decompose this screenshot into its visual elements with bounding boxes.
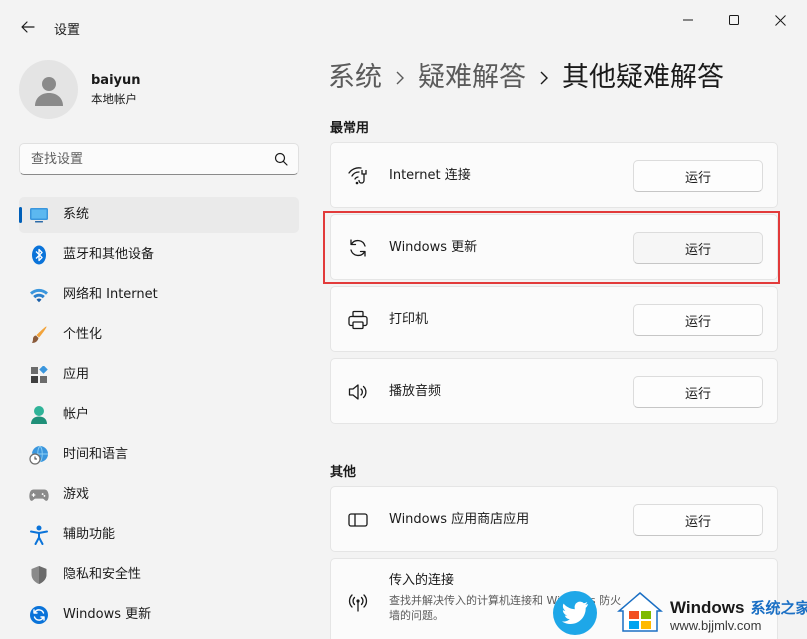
chevron-right-icon: [540, 58, 548, 98]
maximize-button[interactable]: [711, 6, 757, 34]
search-input[interactable]: [20, 144, 270, 174]
troubleshooter-internet: Internet 连接 运行: [330, 142, 778, 208]
run-button-audio[interactable]: 运行: [633, 376, 763, 408]
sidebar-item-label: 辅助功能: [63, 527, 116, 542]
sidebar-item-privacy[interactable]: 隐私和安全性: [19, 557, 299, 593]
highlight-box: [323, 211, 780, 284]
back-button[interactable]: [14, 14, 42, 40]
update-icon: [29, 605, 49, 625]
sidebar-item-windows-update[interactable]: Windows 更新: [19, 597, 299, 633]
sidebar-item-time-language[interactable]: 时间和语言: [19, 437, 299, 473]
sidebar-item-label: 系统: [63, 207, 90, 222]
wifi-icon: [29, 285, 49, 305]
system-icon: [29, 205, 49, 225]
search-button[interactable]: [274, 152, 288, 166]
minimize-button[interactable]: [665, 6, 711, 34]
watermark: Windows 系统之家 www.bjjmlv.com: [553, 587, 807, 639]
section-title-common: 最常用: [330, 121, 370, 136]
back-arrow-icon: [21, 21, 35, 33]
troubleshooter-store-apps: Windows 应用商店应用 运行: [330, 486, 778, 552]
troubleshooter-label: Windows 应用商店应用: [389, 512, 530, 527]
sidebar-item-label: 游戏: [63, 487, 90, 502]
close-icon: [774, 14, 786, 26]
app-title: 设置: [54, 23, 81, 38]
sidebar-item-label: 时间和语言: [63, 447, 129, 462]
sidebar-item-accounts[interactable]: 帐户: [19, 397, 299, 433]
windows-logo-icon: [616, 591, 664, 639]
user-name: baiyun: [91, 72, 141, 88]
chevron-right-icon: [396, 58, 404, 98]
antenna-icon: [347, 591, 369, 613]
sidebar-item-label: 帐户: [63, 407, 90, 422]
page-title: 其他疑难解答: [562, 62, 724, 93]
internet-icon: [347, 165, 369, 187]
troubleshooter-label: 播放音频: [389, 384, 442, 399]
sidebar-nav: 系统 蓝牙和其他设备 网络和 Internet 个性化 应用 帐户 时间和语言 …: [19, 197, 299, 637]
troubleshooter-printer: 打印机 运行: [330, 286, 778, 352]
minimize-icon: [683, 19, 693, 21]
section-title-other: 其他: [330, 465, 357, 480]
title-bar: 设置: [0, 0, 807, 52]
sidebar-item-label: 蓝牙和其他设备: [63, 247, 155, 262]
gamepad-icon: [29, 485, 49, 505]
user-profile[interactable]: baiyun 本地帐户: [19, 60, 141, 119]
troubleshooter-label: 传入的连接: [389, 573, 455, 588]
sidebar-item-label: 个性化: [63, 327, 103, 342]
bluetooth-icon: [29, 245, 49, 265]
sidebar-item-accessibility[interactable]: 辅助功能: [19, 517, 299, 553]
apps-icon: [29, 365, 49, 385]
sidebar-item-network[interactable]: 网络和 Internet: [19, 277, 299, 313]
account-icon: [29, 405, 49, 425]
maximize-icon: [729, 15, 739, 25]
globe-clock-icon: [29, 445, 49, 465]
run-button-printer[interactable]: 运行: [633, 304, 763, 336]
close-button[interactable]: [757, 6, 803, 34]
sidebar-item-label: Windows 更新: [63, 607, 152, 622]
brush-icon: [29, 325, 49, 345]
printer-icon: [347, 309, 369, 331]
breadcrumb-system[interactable]: 系统: [328, 58, 382, 98]
troubleshooter-label: 打印机: [389, 312, 429, 327]
avatar: [19, 60, 78, 119]
shield-icon: [29, 565, 49, 585]
store-app-icon: [347, 509, 369, 531]
twitter-bird-icon: [553, 591, 597, 635]
sidebar-item-label: 隐私和安全性: [63, 567, 142, 582]
sidebar-item-label: 网络和 Internet: [63, 287, 158, 302]
watermark-url: www.bjjmlv.com: [670, 618, 762, 633]
sidebar-item-personalization[interactable]: 个性化: [19, 317, 299, 353]
sidebar-item-gaming[interactable]: 游戏: [19, 477, 299, 513]
search-box: [19, 143, 299, 175]
run-button-store-apps[interactable]: 运行: [633, 504, 763, 536]
breadcrumb: 系统 疑难解答 其他疑难解答: [328, 58, 724, 98]
watermark-brand: Windows 系统之家: [670, 598, 807, 617]
speaker-icon: [347, 381, 369, 403]
troubleshooter-audio: 播放音频 运行: [330, 358, 778, 424]
sidebar-item-system[interactable]: 系统: [19, 197, 299, 233]
accessibility-icon: [29, 525, 49, 545]
sidebar-item-bluetooth[interactable]: 蓝牙和其他设备: [19, 237, 299, 273]
search-icon: [274, 152, 288, 166]
breadcrumb-troubleshoot[interactable]: 疑难解答: [418, 58, 526, 98]
sidebar-item-label: 应用: [63, 367, 90, 382]
account-type: 本地帐户: [91, 91, 137, 106]
run-button-internet[interactable]: 运行: [633, 160, 763, 192]
person-icon: [34, 76, 63, 106]
sidebar-item-apps[interactable]: 应用: [19, 357, 299, 393]
troubleshooter-label: Internet 连接: [389, 168, 471, 183]
